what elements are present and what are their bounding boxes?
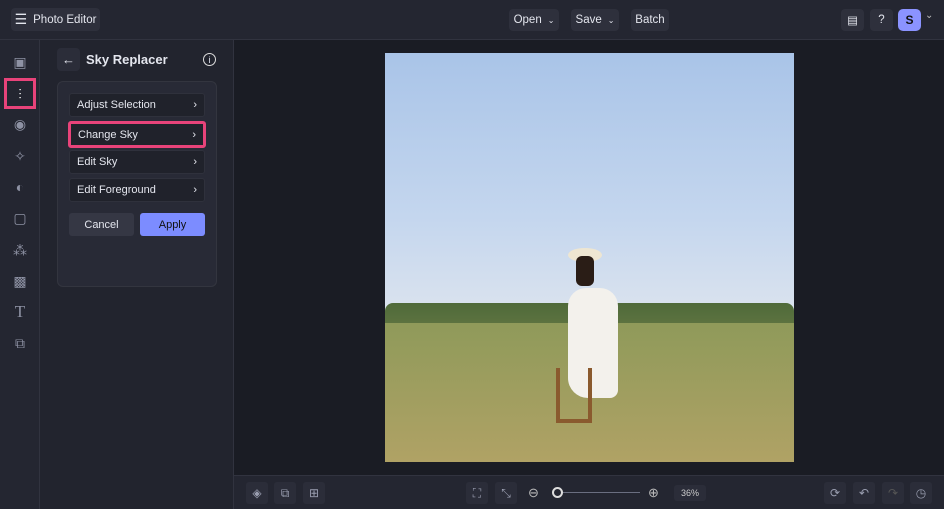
overlay-icon[interactable]: ⧉ (8, 331, 32, 355)
zoom-in-icon[interactable]: ⊕ (648, 485, 659, 501)
open-label: Open (513, 14, 542, 26)
help-button[interactable]: ? (870, 9, 893, 31)
chevron-right-icon: › (192, 128, 196, 141)
duplicate-icon[interactable]: ⧉ (274, 482, 296, 504)
edit-foreground-item[interactable]: Edit Foreground › (69, 178, 205, 202)
adjust-selection-item[interactable]: Adjust Selection › (69, 93, 205, 117)
hamburger-icon: ☰ (14, 11, 28, 27)
undo-icon[interactable]: ↶ (853, 482, 875, 504)
help-icon: ? (878, 14, 885, 26)
open-button[interactable]: Open ⌄ (509, 9, 559, 31)
chevron-right-icon: › (193, 99, 197, 111)
bottom-toolbar: ◈ ⧉ ⊞ ⛶ ⤡ ⊖ ⊕ 36% ⟳ ↶ ↷ ◷ (234, 475, 944, 509)
chevron-down-icon: ⌄ (547, 15, 555, 25)
avatar[interactable]: S (898, 9, 921, 31)
zoom-level[interactable]: 36% (674, 485, 706, 501)
refresh-icon[interactable]: ⟳ (824, 482, 846, 504)
item-label: Adjust Selection (77, 99, 156, 111)
shapes-icon[interactable]: ⁂ (8, 238, 32, 262)
sky-replacer-panel: ← Sky Replacer i Adjust Selection › Chang… (40, 40, 234, 509)
image-icon[interactable]: ▣ (8, 50, 32, 74)
back-button[interactable]: ← (57, 48, 80, 71)
tool-rail: ▣ ⫶ ◉ ✧ ◐ ▢ ⁂ ▩ T ⧉ (0, 40, 40, 509)
canvas-area (234, 40, 944, 475)
apply-button[interactable]: Apply (140, 213, 205, 236)
redo-icon[interactable]: ↷ (882, 482, 904, 504)
info-icon[interactable]: i (203, 53, 216, 66)
change-sky-item[interactable]: Change Sky › (68, 121, 206, 148)
zoom-slider-handle[interactable] (552, 487, 563, 498)
chevron-down-icon: ⌄ (607, 15, 615, 25)
comment-icon: ▤ (847, 15, 858, 27)
panel-title: Sky Replacer (86, 52, 168, 67)
fit-screen-icon[interactable]: ⛶ (466, 482, 488, 504)
app-title: Photo Editor (33, 13, 97, 26)
zoom-out-icon[interactable]: ⊖ (528, 485, 539, 501)
eye-icon[interactable]: ◉ (8, 112, 32, 136)
cancel-button[interactable]: Cancel (69, 213, 134, 236)
photo-woman-in-field[interactable] (385, 53, 794, 462)
batch-label: Batch (635, 14, 665, 26)
sliders-icon[interactable]: ⫶ (8, 82, 32, 106)
texture-icon[interactable]: ▩ (8, 269, 32, 293)
options-card: Adjust Selection › Change Sky › Edit Sky › … (57, 81, 217, 287)
top-bar: ☰ Photo Editor Open ⌄ Save ⌄ Batch ▤ ? S ⌄ (0, 0, 944, 40)
item-label: Edit Foreground (77, 184, 156, 196)
chevron-right-icon: › (193, 156, 197, 168)
item-label: Change Sky (78, 128, 138, 141)
frame-icon[interactable]: ▢ (8, 206, 32, 230)
save-label: Save (575, 14, 602, 26)
menu-button[interactable]: ☰ Photo Editor (11, 8, 100, 31)
actual-size-icon[interactable]: ⤡ (495, 482, 517, 504)
save-button[interactable]: Save ⌄ (571, 9, 619, 31)
sparkles-icon[interactable]: ✧ (8, 144, 32, 168)
item-label: Edit Sky (77, 156, 118, 168)
history-icon[interactable]: ◷ (910, 482, 932, 504)
feedback-button[interactable]: ▤ (841, 9, 864, 31)
edit-sky-item[interactable]: Edit Sky › (69, 150, 205, 174)
chevron-right-icon: › (193, 184, 197, 196)
layers-icon[interactable]: ◈ (246, 482, 268, 504)
chevron-down-icon[interactable]: ⌄ (925, 10, 933, 21)
zoom-slider[interactable] (552, 487, 640, 498)
batch-button[interactable]: Batch (631, 9, 669, 31)
grid-icon[interactable]: ⊞ (303, 482, 325, 504)
woman (556, 248, 630, 438)
palette-icon[interactable]: ◐ (8, 175, 32, 199)
text-icon[interactable]: T (8, 300, 32, 324)
